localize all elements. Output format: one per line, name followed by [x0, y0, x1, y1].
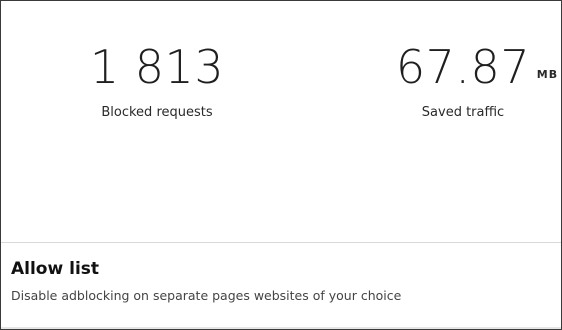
saved-traffic-value: 67.87: [395, 40, 531, 94]
blocked-requests-label: Blocked requests: [101, 105, 213, 120]
blocked-requests-value: 1 813: [89, 40, 225, 94]
saved-traffic-unit: MB: [536, 68, 559, 81]
blocked-requests-stat: 1 813 Blocked requests: [37, 39, 277, 120]
saved-traffic-stat: 67.87 MB Saved traffic: [343, 39, 562, 120]
section-divider: [1, 242, 561, 243]
saved-traffic-value-wrap: 67.87 MB: [395, 39, 557, 95]
stats-panel: 1 813 Blocked requests 67.87 MB Saved tr…: [0, 0, 562, 330]
allow-list-title[interactable]: Allow list: [11, 259, 551, 279]
saved-traffic-label: Saved traffic: [421, 105, 505, 120]
allow-list-description: Disable adblocking on separate pages web…: [11, 288, 402, 303]
bottom-rule: [1, 327, 561, 329]
allow-list-section[interactable]: Allow list Disable adblocking on separat…: [11, 259, 551, 303]
